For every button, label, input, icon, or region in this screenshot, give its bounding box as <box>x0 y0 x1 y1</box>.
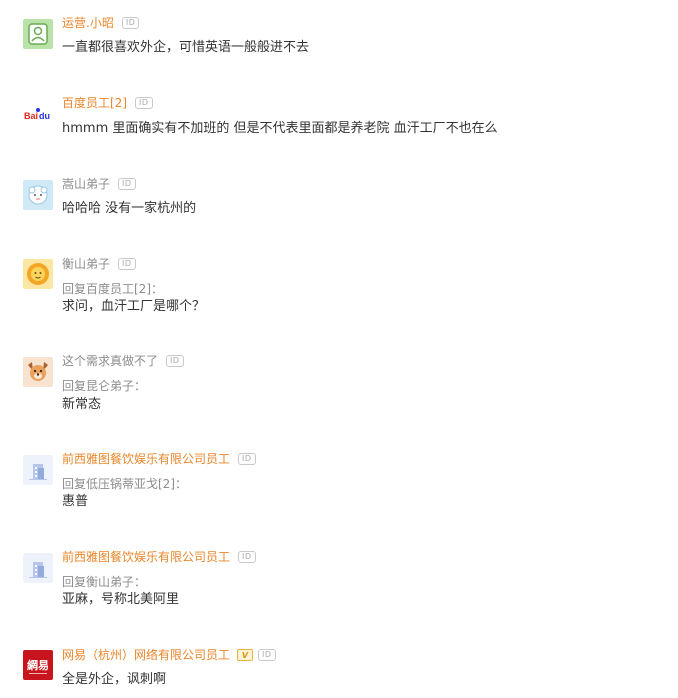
comment-text: 新常态 <box>62 397 102 412</box>
building-icon[interactable] <box>23 553 53 583</box>
comment-header: 前西雅图餐饮娱乐有限公司员工 ID <box>62 548 256 566</box>
username-link[interactable]: 百度员工[2] <box>62 94 127 112</box>
verified-badge-icon[interactable]: V <box>237 649 254 661</box>
comment-text: 哈哈哈 没有一家杭州的 <box>62 201 197 216</box>
id-badge[interactable]: ID <box>121 17 140 29</box>
sheep-avatar-icon[interactable] <box>23 180 53 210</box>
username-link[interactable]: 衡山弟子 <box>62 255 110 273</box>
lion-avatar-icon[interactable] <box>23 259 53 289</box>
comment-text: hmmm 里面确实有不加班的 但是不代表里面都是养老院 血汗工厂不也在么 <box>62 121 498 136</box>
comment-header: 运营.小昭 ID <box>62 14 140 32</box>
comment-text: 亚麻，号称北美阿里 <box>62 592 180 607</box>
comment-header: 前西雅图餐饮娱乐有限公司员工 ID <box>62 450 256 468</box>
comment-text: 全是外企，讽刺啊 <box>62 672 167 687</box>
comment-header: 衡山弟子 ID <box>62 255 136 273</box>
comment-header: 这个需求真做不了 ID <box>62 352 184 370</box>
comment-text: 求问，血汗工厂是哪个？ <box>62 299 206 314</box>
username-link[interactable]: 这个需求真做不了 <box>62 352 158 370</box>
username-link[interactable]: 嵩山弟子 <box>62 175 110 193</box>
username-link[interactable]: 运营.小昭 <box>62 14 114 32</box>
reply-to-label[interactable]: 回复低压锅蒂亚戈[2]： <box>62 475 187 493</box>
comment-text: 惠普 <box>62 494 89 509</box>
comment-header: 网易（杭州）网络有限公司员工 V ID <box>62 646 276 664</box>
reply-to-label[interactable]: 回复衡山弟子： <box>62 573 146 591</box>
netease-logo-icon[interactable]: 網易 <box>23 650 53 680</box>
comment-text: 一直都很喜欢外企，可惜英语一般般进不去 <box>62 40 310 55</box>
baidu-logo-icon[interactable]: Bai du <box>23 100 53 130</box>
reply-to-label[interactable]: 回复百度员工[2]： <box>62 280 163 298</box>
id-badge[interactable]: ID <box>118 178 136 190</box>
dog-avatar-icon[interactable] <box>23 357 53 387</box>
id-badge[interactable]: ID <box>166 355 184 367</box>
id-badge[interactable]: ID <box>238 453 256 465</box>
svg-text:Bai: Bai <box>24 111 38 121</box>
netease-logo-text: 網易 <box>27 658 49 672</box>
id-badge[interactable]: ID <box>258 649 276 661</box>
username-link[interactable]: 网易（杭州）网络有限公司员工 <box>62 646 230 664</box>
svg-text:du: du <box>39 111 50 121</box>
reply-to-label[interactable]: 回复昆仑弟子： <box>62 377 146 395</box>
building-icon[interactable] <box>23 455 53 485</box>
comment-header: 嵩山弟子 ID <box>62 175 136 193</box>
username-link[interactable]: 前西雅图餐饮娱乐有限公司员工 <box>62 450 230 468</box>
green-person-avatar-icon[interactable] <box>23 19 53 49</box>
id-badge[interactable]: ID <box>135 97 153 109</box>
id-badge[interactable]: ID <box>118 258 136 270</box>
id-badge[interactable]: ID <box>238 551 256 563</box>
username-link[interactable]: 前西雅图餐饮娱乐有限公司员工 <box>62 548 230 566</box>
comment-header: 百度员工[2] ID <box>62 94 153 112</box>
